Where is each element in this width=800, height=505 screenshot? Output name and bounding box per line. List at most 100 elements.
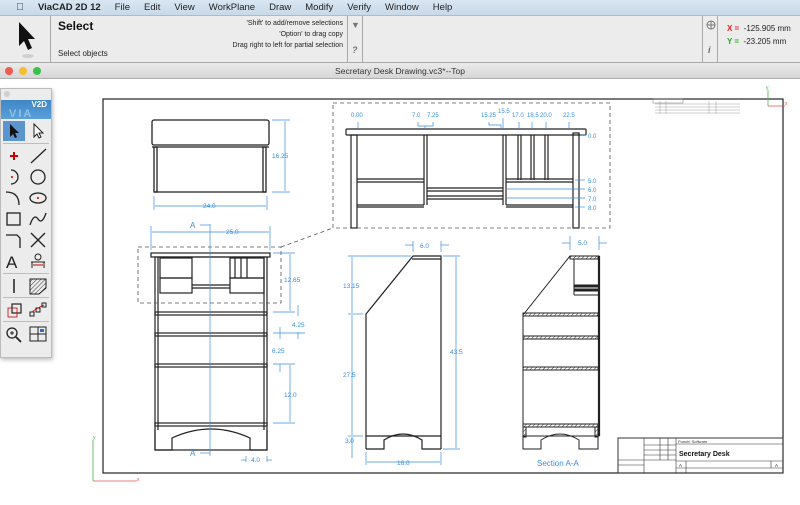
axis-label-x: x [785, 101, 788, 107]
node-edit-tool[interactable] [27, 300, 49, 320]
viacad-logo: V2D VIA [1, 100, 51, 120]
dim-side-13-15: 13.15 [343, 283, 360, 290]
palette-divider [3, 297, 49, 298]
menu-edit[interactable]: Edit [137, 2, 167, 13]
dimension-tool[interactable] [27, 251, 49, 271]
detail-view-dims [357, 118, 586, 208]
menu-help[interactable]: Help [426, 2, 460, 13]
document-title: Secretary Desk Drawing.vc3*--Top [335, 66, 465, 76]
ord-x-7-0: 7.0 [412, 113, 421, 119]
select-hollow-arrow-icon [33, 122, 45, 139]
coordinate-controls: i [702, 16, 718, 62]
x-coordinate-value: -125.905 mm [743, 24, 791, 33]
logo-v2d: V2D [31, 100, 47, 109]
spline-tool[interactable] [27, 209, 49, 229]
view-layout-tool[interactable] [27, 324, 49, 344]
info-icon[interactable]: i [708, 45, 711, 55]
dropdown-triangle-icon[interactable]: ▼ [351, 20, 360, 30]
ellipse-tool[interactable] [27, 188, 49, 208]
corner-tool[interactable] [3, 230, 25, 250]
title-block-company: Punch! Software [678, 439, 708, 444]
ord-x-0-00: 0.00 [351, 113, 363, 119]
transform-icon [7, 303, 22, 318]
tool-title: Select [58, 19, 94, 33]
dim-side-27-5: 27.5 [343, 372, 356, 379]
node-edit-icon [29, 302, 47, 317]
minimize-window-button[interactable] [19, 67, 27, 75]
ord-y-6-0: 6.0 [588, 188, 597, 194]
rectangle-icon [6, 212, 21, 226]
transform-tool[interactable] [3, 300, 25, 320]
trim-tool[interactable] [27, 230, 49, 250]
arc-tool[interactable] [3, 167, 25, 187]
circle-tool[interactable] [27, 167, 49, 187]
axis-label-y-origin: y [93, 435, 96, 441]
logo-via: VIA [9, 108, 34, 120]
hint-line: 'Option' to drag copy [279, 31, 343, 38]
text-icon: A [6, 253, 18, 272]
menu-workplane[interactable]: WorkPlane [202, 2, 262, 13]
detail-view-frame [332, 102, 611, 229]
select-hollow-arrow-tool[interactable] [27, 121, 49, 141]
ord-y-5-0: 5.0 [588, 179, 597, 185]
section-marker-bottom: A [190, 449, 196, 458]
palette-close-button[interactable] [4, 91, 10, 97]
zoom-magnifier-icon [6, 327, 22, 343]
menu-file[interactable]: File [108, 2, 137, 13]
menu-modify[interactable]: Modify [298, 2, 340, 13]
axis-label-y: y [766, 85, 769, 91]
current-tool-icon [0, 16, 51, 62]
ord-x-7-25: 7.25 [427, 113, 439, 119]
ord-x-15-5: 15.5 [498, 109, 510, 115]
hint-controls: ▼ ? [347, 16, 363, 62]
section-marker-top: A [190, 221, 196, 230]
ord-x-22-5: 22.5 [563, 113, 575, 119]
detail-view [345, 128, 587, 229]
point-tool[interactable] [3, 146, 25, 166]
x-label: X = [727, 24, 740, 33]
side-view [365, 255, 442, 450]
fillet-arc-icon [5, 191, 20, 206]
palette-divider [3, 143, 49, 144]
text-tool[interactable]: A [3, 251, 25, 272]
apple-menu-icon[interactable]:  [12, 2, 28, 13]
menu-verify[interactable]: Verify [340, 2, 378, 13]
dim-front-width: 25.0 [226, 229, 239, 236]
tool-status-bar: Select Select objects 'Shift' to add/rem… [0, 15, 800, 63]
hatch-tool[interactable] [27, 276, 49, 296]
dim-side-43-5: 43.5 [450, 349, 463, 356]
dim-front-12-0: 12.0 [284, 392, 297, 399]
side-view-dims [348, 241, 460, 465]
dim-top-width: 24.0 [203, 203, 216, 210]
dim-front-4-25: 4.25 [292, 322, 305, 329]
select-arrow-tool[interactable] [3, 121, 25, 141]
menu-window[interactable]: Window [378, 2, 426, 13]
zoom-window-button[interactable] [33, 67, 41, 75]
menu-app-name[interactable]: ViaCAD 2D 12 [28, 2, 108, 13]
corner-icon [6, 234, 21, 248]
line-tool[interactable] [27, 146, 49, 166]
zoom-tool[interactable] [3, 324, 25, 344]
select-arrow-icon [19, 22, 35, 58]
cursor-coordinates: X = -125.905 mm Y = -23.205 mm [727, 22, 791, 48]
vertical-line-tool[interactable] [3, 276, 25, 296]
ord-y-8-0: 8.0 [588, 206, 597, 212]
crosshair-target-icon[interactable] [706, 20, 716, 32]
circle-icon [30, 169, 46, 185]
spline-icon [29, 212, 47, 226]
axis-label-x-origin: x [137, 477, 140, 483]
drawing-canvas[interactable]: 16.25 24.0 A A 25.0 12.65 4.25 6.25 12.0… [0, 79, 800, 500]
rectangle-tool[interactable] [3, 209, 25, 229]
dim-side-16-0: 16.0 [397, 460, 410, 467]
ord-y-7-0: 7.0 [588, 197, 597, 203]
fillet-arc-tool[interactable] [3, 188, 25, 208]
dim-side-6-0: 6.0 [420, 243, 429, 250]
close-window-button[interactable] [5, 67, 13, 75]
menu-draw[interactable]: Draw [262, 2, 298, 13]
dim-top-depth: 16.25 [272, 153, 289, 160]
menu-view[interactable]: View [167, 2, 201, 13]
hint-line: 'Shift' to add/remove selections [246, 20, 343, 27]
help-icon[interactable]: ? [352, 45, 358, 55]
hint-line: Drag right to left for partial selection [232, 42, 344, 49]
top-view [151, 119, 270, 193]
